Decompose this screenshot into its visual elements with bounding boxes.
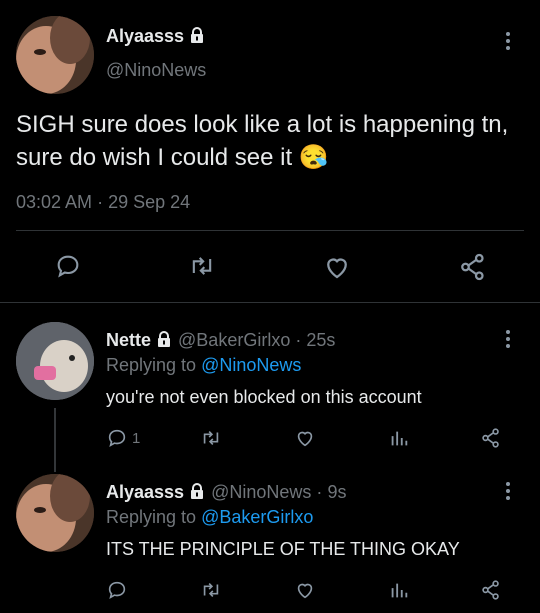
reply-button[interactable]	[106, 579, 128, 601]
tweet-age: 25s	[306, 330, 336, 350]
reply-icon	[108, 429, 126, 448]
share-button[interactable]	[480, 427, 502, 449]
reply-count: 1	[132, 429, 141, 447]
divider	[0, 302, 540, 303]
handle[interactable]: @BakerGirlxo	[178, 330, 290, 350]
divider	[16, 230, 524, 231]
like-icon	[297, 431, 313, 447]
like-button[interactable]	[294, 579, 316, 601]
more-options-icon[interactable]	[506, 330, 510, 348]
tweet-date: 29 Sep 24	[108, 192, 191, 212]
retweet-button[interactable]	[200, 427, 222, 449]
retweet-button[interactable]	[188, 252, 216, 280]
separator: ·	[97, 192, 104, 212]
share-button[interactable]	[480, 579, 502, 601]
like-icon	[327, 258, 347, 279]
share-icon	[482, 428, 499, 448]
analytics-icon	[391, 431, 408, 446]
retweet-button[interactable]	[200, 579, 222, 601]
handle[interactable]: @NinoNews	[211, 482, 311, 502]
replying-to-label: Replying to	[106, 355, 197, 375]
retweet-icon	[203, 430, 219, 446]
replying-to-link[interactable]: @NinoNews	[201, 355, 301, 375]
tweet-time: 03:02 AM	[16, 192, 93, 212]
analytics-button[interactable]	[388, 427, 410, 449]
tweet-age: 9s	[327, 482, 347, 502]
retweet-icon	[192, 257, 212, 275]
like-button[interactable]	[322, 252, 352, 282]
reply-button[interactable]: 1	[106, 427, 140, 449]
retweet-icon	[203, 582, 219, 598]
display-name[interactable]: Alyaasss	[106, 482, 184, 502]
like-icon	[297, 583, 313, 599]
share-icon	[461, 253, 484, 281]
lock-icon	[188, 482, 206, 500]
thread-line	[54, 408, 56, 472]
analytics-button[interactable]	[388, 579, 410, 601]
avatar[interactable]	[16, 16, 94, 94]
lock-icon	[188, 26, 206, 44]
display-name[interactable]: Alyaasss	[106, 26, 184, 46]
reply-icon	[108, 581, 126, 600]
separator: ·	[295, 330, 302, 350]
display-name[interactable]: Nette	[106, 330, 151, 350]
replying-to-label: Replying to	[106, 507, 197, 527]
avatar[interactable]	[16, 322, 94, 400]
handle[interactable]: @NinoNews	[106, 58, 206, 82]
tweet-text: you're not even blocked on this account	[106, 387, 422, 407]
reply-icon	[57, 255, 79, 278]
replying-to-link[interactable]: @BakerGirlxo	[201, 507, 313, 527]
tweet-text: SIGH sure does look like a lot is happen…	[16, 111, 509, 171]
share-icon	[482, 580, 499, 600]
share-button[interactable]	[458, 252, 488, 282]
lock-icon	[155, 330, 173, 348]
sleepy-face-emoji: 😪	[298, 144, 329, 171]
more-options-icon[interactable]	[506, 482, 510, 500]
avatar[interactable]	[16, 474, 94, 552]
separator: ·	[316, 482, 323, 502]
analytics-icon	[391, 583, 408, 598]
reply-button[interactable]	[54, 252, 82, 280]
more-options-icon[interactable]	[506, 32, 510, 50]
like-button[interactable]	[294, 427, 316, 449]
tweet-text: ITS THE PRINCIPLE OF THE THING OKAY	[106, 539, 460, 559]
